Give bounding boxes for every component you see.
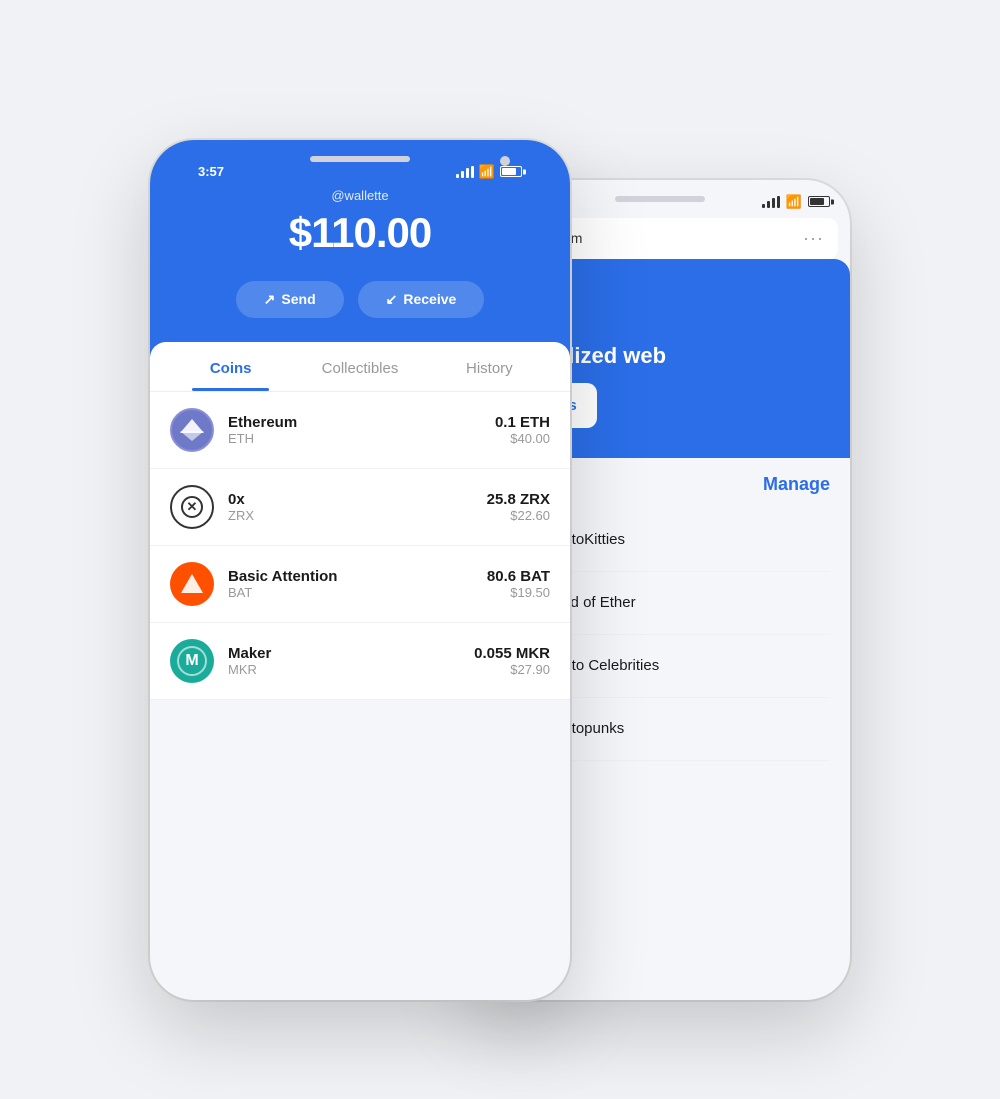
bat-symbol: BAT	[228, 585, 473, 600]
action-buttons: ↗ Send ↙ Receive	[174, 281, 546, 318]
main-wifi-icon: 📶	[479, 164, 495, 180]
receive-button[interactable]: ↙ Receive	[358, 281, 485, 318]
main-battery-icon	[500, 166, 522, 177]
phone-main: 3:57 📶 @wallette $110.00 ↗ Sen	[150, 140, 570, 1000]
bat-info: Basic Attention BAT	[228, 568, 473, 600]
mkr-value: 0.055 MKR $27.90	[474, 645, 550, 677]
tab-history[interactable]: History	[425, 342, 554, 391]
mkr-info: Maker MKR	[228, 645, 460, 677]
zrx-value: 25.8 ZRX $22.60	[487, 491, 550, 523]
eth-name: Ethereum	[228, 414, 481, 431]
bat-name: Basic Attention	[228, 568, 473, 585]
coin-item-mkr[interactable]: M Maker MKR 0.055 MKR $27.90	[150, 623, 570, 700]
zrx-amount: 25.8 ZRX	[487, 491, 550, 508]
main-signal-icon	[456, 166, 474, 178]
coin-list: Ethereum ETH 0.1 ETH $40.00 ✕	[150, 392, 570, 700]
send-label: Send	[281, 291, 315, 307]
send-arrow-icon: ↗	[264, 291, 276, 308]
bat-amount: 80.6 BAT	[487, 568, 550, 585]
eth-symbol: ETH	[228, 431, 481, 446]
zrx-usd: $22.60	[487, 508, 550, 523]
main-status-bar: 3:57 📶	[174, 150, 546, 188]
mkr-amount: 0.055 MKR	[474, 645, 550, 662]
eth-info: Ethereum ETH	[228, 414, 481, 446]
wallet-username: @wallette	[174, 188, 546, 203]
tabs-section: Coins Collectibles History	[150, 342, 570, 700]
coin-item-zrx[interactable]: ✕ 0x ZRX 25.8 ZRX $22.60	[150, 469, 570, 546]
tab-collectibles[interactable]: Collectibles	[295, 342, 424, 391]
zrx-coin-icon: ✕	[170, 485, 214, 529]
wallet-balance: $110.00	[174, 209, 546, 257]
eth-coin-icon	[170, 408, 214, 452]
zrx-info: 0x ZRX	[228, 491, 473, 523]
zrx-name: 0x	[228, 491, 473, 508]
main-header: 3:57 📶 @wallette $110.00 ↗ Sen	[150, 140, 570, 358]
mkr-name: Maker	[228, 645, 460, 662]
wifi-icon: 📶	[786, 194, 802, 210]
bat-usd: $19.50	[487, 585, 550, 600]
eth-usd: $40.00	[495, 431, 550, 446]
bat-value: 80.6 BAT $19.50	[487, 568, 550, 600]
send-button[interactable]: ↗ Send	[236, 281, 344, 318]
tab-coins[interactable]: Coins	[166, 342, 295, 391]
mkr-coin-icon: M	[170, 639, 214, 683]
receive-arrow-icon: ↙	[386, 291, 398, 308]
browser-menu-dots[interactable]: ···	[803, 228, 824, 249]
status-icons: 📶	[456, 164, 522, 180]
coin-item-eth[interactable]: Ethereum ETH 0.1 ETH $40.00	[150, 392, 570, 469]
zrx-symbol: ZRX	[228, 508, 473, 523]
phones-container: 📶 coinbase.com ··· ecentralized web er D…	[150, 100, 850, 1000]
eth-value: 0.1 ETH $40.00	[495, 414, 550, 446]
battery-icon	[808, 196, 830, 207]
receive-label: Receive	[403, 291, 456, 307]
tabs-row: Coins Collectibles History	[150, 342, 570, 392]
bat-coin-icon	[170, 562, 214, 606]
mkr-symbol: MKR	[228, 662, 460, 677]
signal-icon	[762, 196, 780, 208]
coin-item-bat[interactable]: Basic Attention BAT 80.6 BAT $19.50	[150, 546, 570, 623]
status-time: 3:57	[198, 164, 224, 179]
mkr-usd: $27.90	[474, 662, 550, 677]
eth-amount: 0.1 ETH	[495, 414, 550, 431]
